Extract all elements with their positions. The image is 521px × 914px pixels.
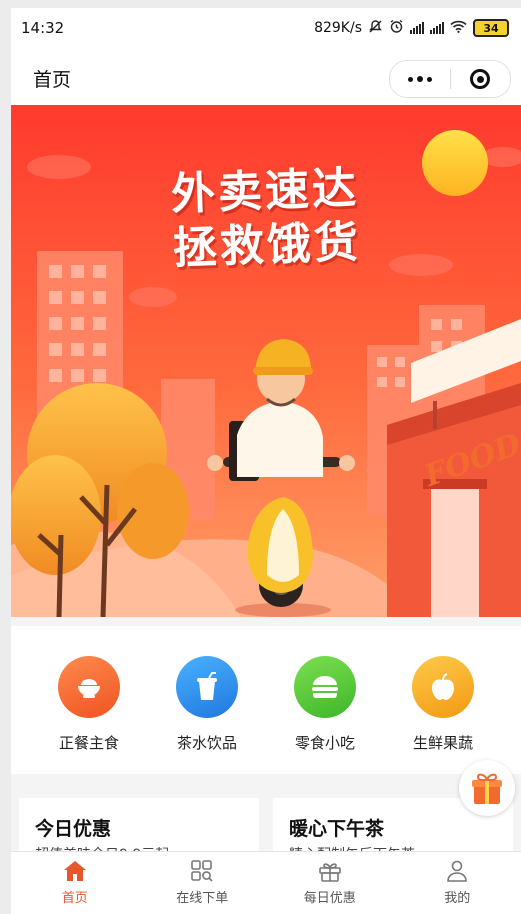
burger-icon — [294, 656, 356, 718]
bottom-tab-bar: 首页 在线下单 每日优惠 我的 — [11, 851, 521, 914]
wifi-icon — [450, 20, 467, 37]
category-drinks[interactable]: 茶水饮品 — [157, 656, 257, 753]
tab-order-online[interactable]: 在线下单 — [139, 852, 267, 914]
more-menu-button[interactable] — [390, 76, 450, 82]
card-title: 暖心下午茶 — [289, 818, 385, 840]
home-icon — [63, 861, 86, 881]
drink-cup-icon — [176, 656, 238, 718]
gift-box-icon — [318, 863, 341, 882]
apple-icon — [412, 656, 474, 718]
tab-label: 在线下单 — [176, 891, 229, 906]
tab-mine[interactable]: 我的 — [394, 852, 521, 914]
status-bar: 14:32 829K/s 34 — [11, 8, 521, 48]
tab-label: 每日优惠 — [303, 891, 356, 906]
banner-headline-line1: 外卖速达 — [170, 162, 360, 221]
status-icons: 829K/s 34 — [314, 19, 509, 38]
tab-daily-deals[interactable]: 每日优惠 — [266, 852, 394, 914]
gift-icon — [472, 773, 502, 804]
banner-headline-line2: 拯救饿货 — [172, 216, 362, 275]
signal-icon — [410, 22, 424, 34]
grid-order-icon — [191, 860, 213, 882]
app-screen: 14:32 829K/s 34 首页 外卖速达 拯救饿货 FOOD 正餐主食 茶… — [11, 8, 521, 914]
battery-icon: 34 — [473, 19, 509, 37]
rice-bowl-icon — [58, 656, 120, 718]
category-label: 正餐主食 — [58, 734, 119, 752]
tab-label: 我的 — [444, 891, 471, 906]
tab-label: 首页 — [61, 891, 88, 906]
banner-headline: 外卖速达 拯救饿货 — [139, 161, 393, 278]
category-staple-food[interactable]: 正餐主食 — [39, 656, 139, 753]
category-fresh-produce[interactable]: 生鲜果蔬 — [393, 656, 493, 753]
category-label: 零食小吃 — [294, 734, 355, 752]
target-icon — [470, 69, 491, 89]
more-dots-icon — [407, 76, 413, 82]
tab-home[interactable]: 首页 — [11, 852, 139, 914]
alarm-icon — [389, 19, 404, 38]
promo-card-today-deals[interactable]: 今日优惠 超值美味全日9.9元起 — [19, 798, 259, 858]
hd-signal-icon — [430, 22, 444, 34]
category-label: 茶水饮品 — [176, 734, 237, 752]
promo-banner[interactable]: 外卖速达 拯救饿货 FOOD — [11, 105, 521, 617]
category-snacks[interactable]: 零食小吃 — [275, 656, 375, 753]
card-title: 今日优惠 — [35, 818, 112, 840]
close-mini-program-button[interactable] — [451, 69, 511, 89]
page-title: 首页 — [33, 69, 72, 91]
category-grid: 正餐主食 茶水饮品 零食小吃 生鲜果蔬 — [11, 626, 521, 774]
network-speed: 829K/s — [314, 20, 362, 36]
mute-icon — [368, 19, 383, 38]
nav-bar: 首页 — [11, 48, 521, 105]
category-label: 生鲜果蔬 — [412, 734, 473, 752]
mini-program-capsule — [389, 60, 511, 98]
status-time: 14:32 — [21, 19, 65, 37]
user-icon — [447, 860, 468, 882]
floating-gift-button[interactable] — [459, 760, 515, 816]
